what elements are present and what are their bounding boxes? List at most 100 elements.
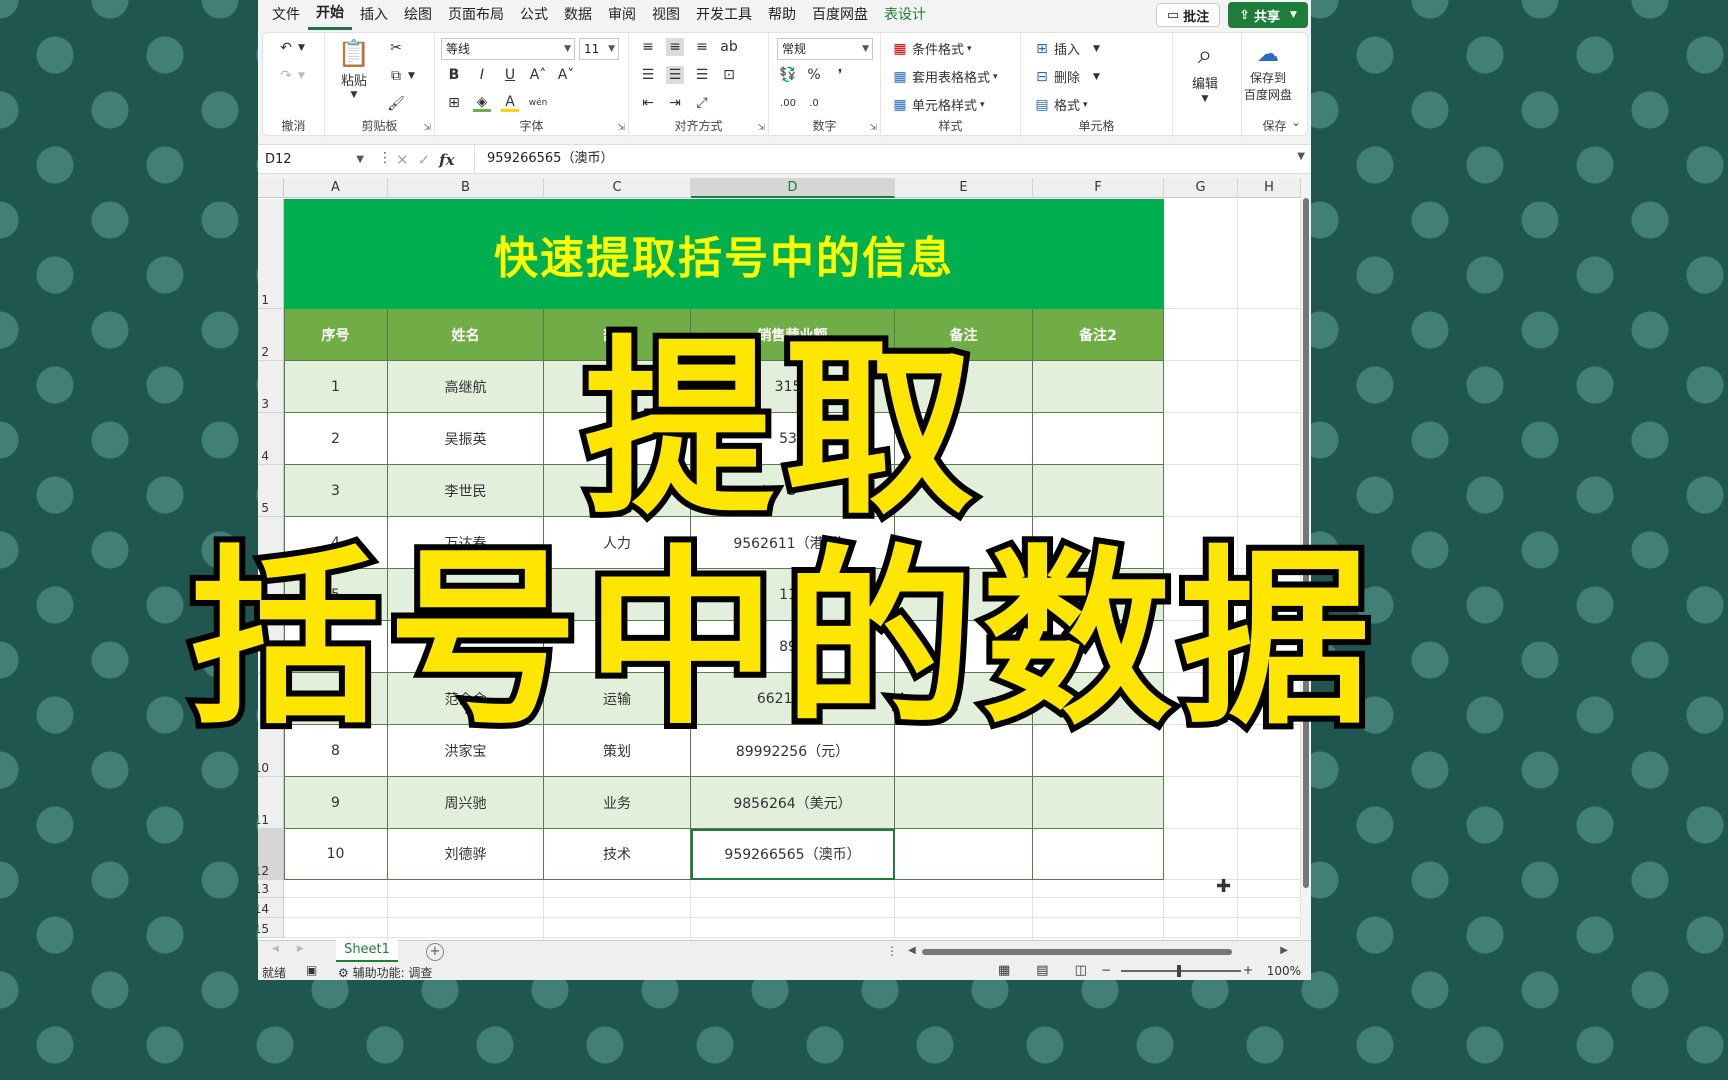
row-header-5[interactable]: 5 — [258, 465, 284, 517]
table-cell[interactable] — [895, 569, 1033, 621]
collapse-ribbon-icon[interactable]: ⌄ — [1291, 115, 1301, 129]
table-cell[interactable]: 洪家宝 — [388, 725, 544, 777]
menu-tab-10[interactable]: 帮助 — [760, 0, 804, 30]
conditional-format-button[interactable]: ▦ 条件格式 ▾ — [891, 39, 971, 59]
table-cell[interactable]: 89992256（元） — [691, 725, 895, 777]
table-cell[interactable] — [1033, 413, 1164, 465]
column-header-A[interactable]: A — [284, 178, 388, 198]
table-cell[interactable] — [895, 361, 1033, 413]
table-cell[interactable]: 532 — [691, 413, 895, 465]
scroll-right-icon[interactable]: ▶ — [1280, 945, 1288, 956]
worksheet-grid[interactable]: ABCDEFGH123456789101112131415快速提取括号中的信息序… — [258, 178, 1311, 940]
menu-tab-5[interactable]: 公式 — [512, 0, 556, 30]
select-all-corner[interactable] — [258, 178, 284, 198]
expand-formula-icon[interactable]: ▼ — [1297, 151, 1305, 162]
table-header-cell[interactable]: 备注2 — [1033, 309, 1164, 361]
table-cell[interactable]: 9562611（港币） — [691, 517, 895, 569]
insert-cells-button[interactable]: ⊞ 插入 ▼ — [1033, 39, 1100, 59]
add-sheet-button[interactable]: + — [426, 943, 444, 961]
table-cell[interactable] — [1033, 673, 1164, 725]
table-cell[interactable] — [895, 621, 1033, 673]
fill-color-icon[interactable]: ◈ — [473, 94, 491, 112]
table-cell[interactable]: 2 — [284, 413, 388, 465]
align-top-icon[interactable]: ≡ — [639, 38, 657, 56]
cut-button[interactable]: ✂ — [387, 39, 405, 57]
table-cell[interactable]: 9856264（美元） — [691, 777, 895, 829]
formula-input[interactable]: 959266565（澳币） — [474, 145, 1294, 173]
format-cells-button[interactable]: ▤ 格式 ▾ — [1033, 95, 1087, 115]
sheet-tab-sheet1[interactable]: Sheet1 — [336, 940, 398, 962]
bold-icon[interactable]: B — [445, 66, 463, 84]
vertical-scrollbar[interactable] — [1301, 178, 1311, 940]
zoom-slider-knob[interactable] — [1177, 965, 1181, 977]
table-cell[interactable]: 和 — [544, 465, 691, 517]
table-cell[interactable] — [1033, 517, 1164, 569]
insert-function-icon[interactable]: fx — [439, 151, 454, 169]
table-cell[interactable]: 66215522 — [691, 673, 895, 725]
row-header-15[interactable]: 15 — [258, 918, 284, 938]
table-cell[interactable]: 范金金 — [388, 673, 544, 725]
menu-tab-0[interactable]: 文件 — [264, 0, 308, 30]
share-button[interactable]: ⇪ 共享 ▼ — [1228, 2, 1308, 28]
table-cell[interactable] — [895, 517, 1033, 569]
increase-decimal-icon[interactable]: .00 — [779, 94, 797, 112]
sheet-nav-arrows[interactable]: ◀▶ — [272, 944, 322, 954]
table-cell[interactable]: 刘德骅 — [388, 829, 544, 880]
table-cell[interactable]: 吴 — [388, 569, 544, 621]
table-cell[interactable]: 吴振英 — [388, 413, 544, 465]
table-cell[interactable] — [895, 829, 1033, 880]
row-header-14[interactable]: 14 — [258, 898, 284, 918]
menu-tab-9[interactable]: 开发工具 — [688, 0, 760, 30]
copy-button[interactable]: ⧉ ▼ — [387, 67, 415, 85]
macro-record-icon[interactable]: ▣ — [306, 963, 317, 977]
horizontal-scrollbar[interactable]: ◀ ▶ — [908, 945, 1288, 959]
align-center-icon[interactable]: ☰ — [666, 66, 684, 84]
currency-icon[interactable]: 💱 — [779, 66, 797, 84]
table-cell[interactable]: 5 — [691, 465, 895, 517]
paste-button[interactable]: 📋 粘贴 ▼ — [338, 39, 370, 100]
column-header-B[interactable]: B — [388, 178, 544, 198]
column-header-E[interactable]: E — [895, 178, 1033, 198]
table-cell[interactable]: 运输 — [544, 673, 691, 725]
zoom-in-icon[interactable]: + — [1243, 963, 1253, 977]
row-header-6[interactable]: 6 — [258, 517, 284, 569]
border-icon[interactable]: ⊞ — [445, 94, 463, 112]
menu-tab-2[interactable]: 插入 — [352, 0, 396, 30]
more-icon[interactable]: ⋮ — [378, 150, 392, 166]
align-bottom-icon[interactable]: ≡ — [693, 38, 711, 56]
decrease-indent-icon[interactable]: ⇤ — [639, 94, 657, 112]
row-header-10[interactable]: 10 — [258, 725, 284, 777]
table-header-cell[interactable]: 姓名 — [388, 309, 544, 361]
table-cell[interactable] — [1033, 569, 1164, 621]
vertical-scroll-thumb[interactable] — [1303, 198, 1309, 888]
wrap-text-icon[interactable]: ab — [720, 38, 738, 56]
zoom-out-icon[interactable]: − — [1101, 963, 1111, 977]
underline-icon[interactable]: U — [501, 66, 519, 84]
table-cell[interactable] — [895, 673, 1033, 725]
table-cell[interactable]: 宣 — [544, 621, 691, 673]
normal-view-icon[interactable]: ▦ — [998, 963, 1010, 978]
menu-tab-3[interactable]: 绘图 — [396, 0, 440, 30]
table-cell[interactable]: 3153 — [691, 361, 895, 413]
table-cell[interactable]: 高继航 — [388, 361, 544, 413]
launcher-icon[interactable]: ⇲ — [869, 123, 877, 133]
menu-tab-12[interactable]: 表设计 — [876, 0, 934, 30]
undo-button[interactable]: ↶ ▼ — [277, 39, 305, 57]
table-cell[interactable] — [1033, 829, 1164, 880]
row-header-11[interactable]: 11 — [258, 777, 284, 829]
scroll-left-icon[interactable]: ◀ — [908, 945, 916, 956]
table-cell[interactable] — [895, 777, 1033, 829]
row-header-2[interactable]: 2 — [258, 309, 284, 361]
table-header-cell[interactable]: 销售营业额 — [691, 309, 895, 361]
align-middle-icon[interactable]: ≡ — [666, 38, 684, 56]
page-layout-icon[interactable]: ▤ — [1036, 963, 1048, 978]
column-header-D[interactable]: D — [691, 178, 895, 198]
menu-tab-8[interactable]: 视图 — [644, 0, 688, 30]
table-cell[interactable]: 7 — [284, 673, 388, 725]
launcher-icon[interactable]: ⇲ — [757, 123, 765, 133]
column-header-C[interactable]: C — [544, 178, 691, 198]
column-header-H[interactable]: H — [1238, 178, 1301, 198]
table-cell[interactable]: 5 — [284, 569, 388, 621]
name-box[interactable]: D12 ▼ — [262, 149, 368, 171]
table-cell[interactable] — [1033, 465, 1164, 517]
